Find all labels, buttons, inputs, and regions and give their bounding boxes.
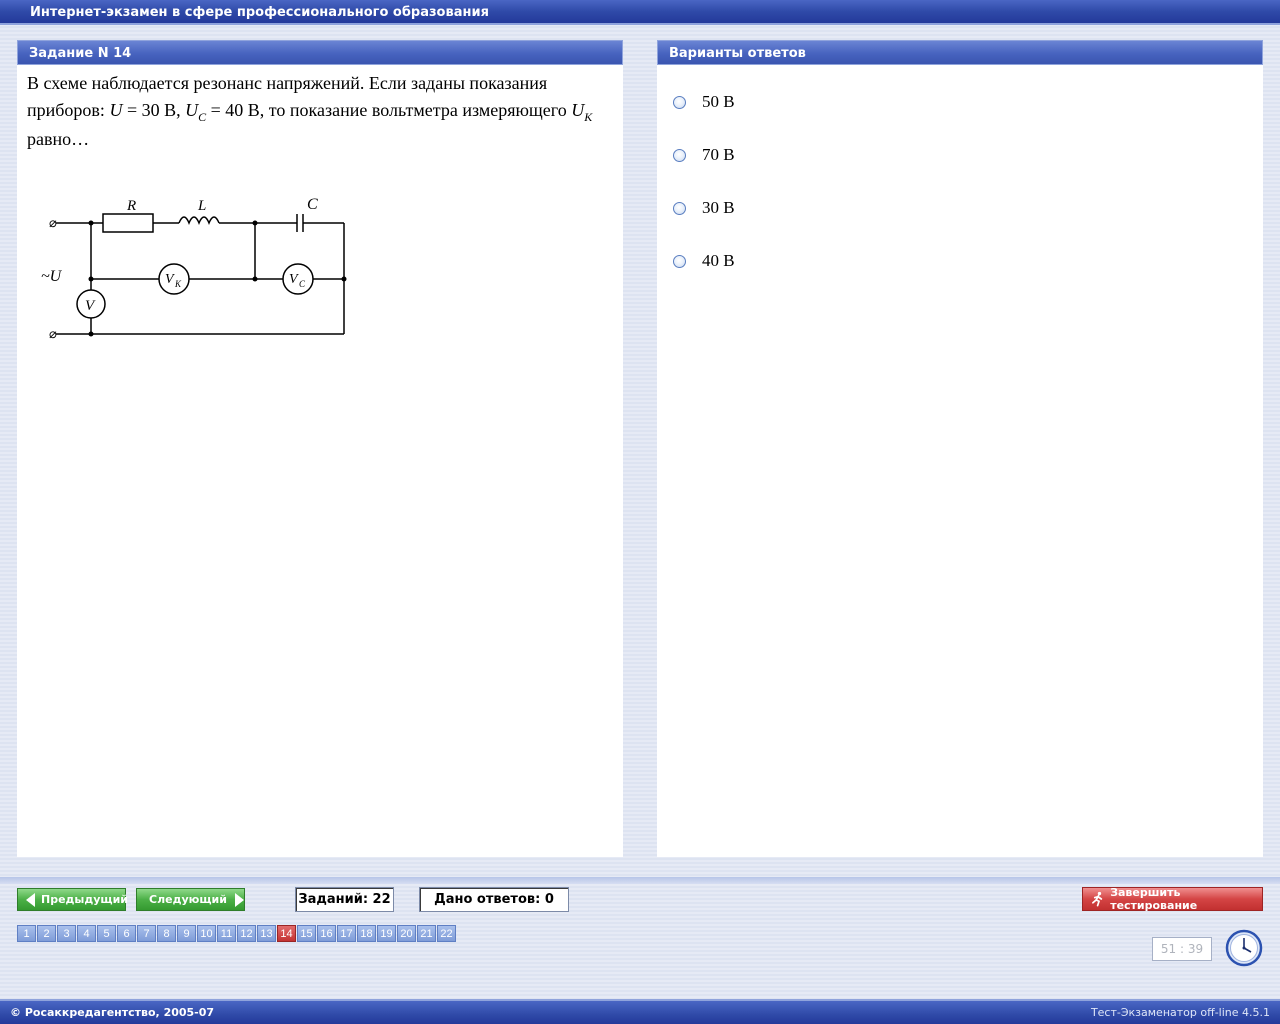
page-button[interactable]: 2 (37, 925, 56, 942)
question-text-part: В, то показание вольтметра измеряющего (243, 100, 572, 120)
radio-icon[interactable] (673, 254, 686, 268)
terminal-symbol: ⌀ (49, 215, 57, 230)
answers-panel-title: Варианты ответов (669, 46, 806, 61)
page-button[interactable]: 9 (177, 925, 196, 942)
math-var-uc: U (185, 100, 199, 120)
window-title: Интернет-экзамен в сфере профессионально… (30, 5, 489, 20)
answer-option-3[interactable]: 30 В (673, 196, 973, 220)
question-number: Задание N 14 (29, 46, 132, 61)
terminal-symbol: ⌀ (49, 326, 57, 341)
tasks-count: Заданий: 22 (295, 887, 394, 912)
math-var-uk: U (571, 100, 585, 120)
bottom-separator (0, 877, 1280, 884)
page-button[interactable]: 6 (117, 925, 136, 942)
label-voltmeter-vk-sub: K (174, 279, 182, 289)
page-button[interactable]: 11 (217, 925, 236, 942)
radio-icon[interactable] (673, 148, 686, 162)
footer-bar: © Росаккредагентство, 2005-07 Тест-Экзам… (0, 999, 1280, 1024)
answers-panel: Варианты ответов 50 В 70 В 30 В 40 В (657, 40, 1263, 857)
page-button[interactable]: 4 (77, 925, 96, 942)
answer-label: 40 В (702, 251, 735, 270)
math-value: = 40 (206, 100, 244, 120)
page-button[interactable]: 20 (397, 925, 416, 942)
question-pager: 1 2 3 4 5 6 7 8 9 10 11 12 13 14 15 16 1… (17, 925, 457, 942)
page-button[interactable]: 17 (337, 925, 356, 942)
question-text: В схеме наблюдается резонанс напряжений.… (27, 70, 607, 153)
radio-icon[interactable] (673, 95, 686, 109)
copyright: © Росаккредагентство, 2005-07 (10, 1006, 215, 1019)
page-button[interactable]: 13 (257, 925, 276, 942)
math-value: = 30 (122, 100, 160, 120)
math-subscript: K (584, 110, 593, 124)
page-button[interactable]: 19 (377, 925, 396, 942)
label-r: R (126, 198, 136, 214)
arrow-right-icon (234, 892, 244, 907)
page-button[interactable]: 5 (97, 925, 116, 942)
answer-label: 70 В (702, 145, 735, 164)
answers-panel-header: Варианты ответов (657, 40, 1263, 65)
math-var-u: U (109, 100, 123, 120)
label-voltmeter-vk: V (165, 272, 175, 287)
page-button[interactable]: 16 (317, 925, 336, 942)
page-button[interactable]: 7 (137, 925, 156, 942)
answer-option-2[interactable]: 70 В (673, 143, 973, 167)
page-button[interactable]: 1 (17, 925, 36, 942)
label-source: ~U (41, 268, 63, 285)
label-voltmeter-vc-sub: C (299, 279, 306, 289)
answer-label: 50 В (702, 92, 735, 111)
answer-label: 30 В (702, 198, 735, 217)
page-button[interactable]: 12 (237, 925, 256, 942)
next-button-label: Следующий (149, 893, 227, 906)
finish-test-button[interactable]: Завершить тестирование (1082, 886, 1263, 912)
question-text-part: равно… (27, 129, 90, 149)
question-panel: Задание N 14 В схеме наблюдается резонан… (17, 40, 623, 857)
timer-display: 51 : 39 (1152, 937, 1212, 961)
circuit-diagram: ⌀ ⌀ R L C ~U V V K V C (41, 196, 347, 341)
running-man-icon (1092, 891, 1103, 907)
page-button-current[interactable]: 14 (277, 925, 296, 942)
answer-option-4[interactable]: 40 В (673, 249, 973, 273)
question-text-part: В, (159, 100, 186, 120)
page-button[interactable]: 22 (437, 925, 456, 942)
math-subscript: C (198, 110, 207, 124)
previous-button-label: Предыдущий (41, 893, 129, 906)
label-c: C (307, 196, 318, 213)
label-voltmeter-vc: V (289, 272, 299, 287)
answer-option-1[interactable]: 50 В (673, 90, 973, 114)
answers-given-count: Дано ответов: 0 (419, 887, 569, 912)
question-panel-header: Задание N 14 (17, 40, 623, 65)
title-bar: Интернет-экзамен в сфере профессионально… (0, 0, 1280, 25)
finish-test-label: Завершить тестирование (1110, 886, 1198, 912)
page-button[interactable]: 10 (197, 925, 216, 942)
label-l: L (197, 198, 206, 214)
radio-icon[interactable] (673, 201, 686, 215)
version-info: Тест-Экзаменатор off-line 4.5.1 (1090, 1006, 1270, 1019)
page-button[interactable]: 15 (297, 925, 316, 942)
clock-icon (1225, 929, 1263, 967)
page-button[interactable]: 18 (357, 925, 376, 942)
page-button[interactable]: 8 (157, 925, 176, 942)
next-button[interactable]: Следующий (136, 888, 245, 911)
page-button[interactable]: 3 (57, 925, 76, 942)
arrow-left-icon (26, 892, 35, 907)
previous-button[interactable]: Предыдущий (17, 888, 129, 911)
page-button[interactable]: 21 (417, 925, 436, 942)
